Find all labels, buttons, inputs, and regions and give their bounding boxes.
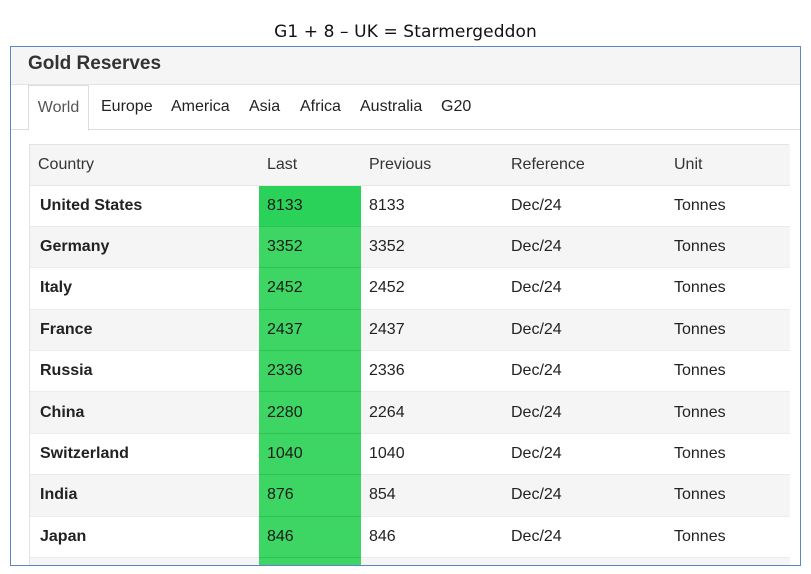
cell-country[interactable]: China bbox=[30, 391, 259, 434]
tab-asia[interactable]: Asia bbox=[249, 85, 280, 130]
cell-previous: 854 bbox=[361, 474, 503, 517]
table-body: United States 8133 8133 Dec/24 Tonnes Germany… bbox=[30, 184, 790, 565]
panel-header: Gold Reserves bbox=[11, 47, 800, 85]
cell-unit: Tonnes bbox=[666, 432, 790, 475]
gold-reserves-panel: Gold Reserves World Europe America Asia … bbox=[10, 46, 801, 566]
reserves-table-container: Country Last Previous Reference Unit Uni… bbox=[29, 144, 790, 565]
empty-cell bbox=[666, 557, 790, 565]
cell-reference: Dec/24 bbox=[503, 391, 666, 434]
cell-reference: Dec/24 bbox=[503, 267, 666, 310]
cell-country[interactable]: France bbox=[30, 308, 259, 351]
cell-last: 2336 bbox=[259, 350, 361, 392]
table-row[interactable]: Germany 3352 3352 Dec/24 Tonnes bbox=[30, 225, 790, 268]
cell-country[interactable]: Germany bbox=[30, 225, 259, 268]
cell-last: 846 bbox=[259, 515, 361, 558]
empty-cell bbox=[503, 557, 666, 565]
tab-australia[interactable]: Australia bbox=[360, 85, 422, 130]
cell-reference: Dec/24 bbox=[503, 474, 666, 517]
tab-america[interactable]: America bbox=[171, 85, 230, 130]
cell-country[interactable]: United States bbox=[30, 184, 259, 227]
cell-last: 2280 bbox=[259, 391, 361, 434]
cell-last: 3352 bbox=[259, 225, 361, 268]
cell-previous: 8133 bbox=[361, 184, 503, 227]
header-country[interactable]: Country bbox=[30, 145, 259, 186]
table-row[interactable]: Switzerland 1040 1040 Dec/24 Tonnes bbox=[30, 432, 790, 475]
cell-previous: 1040 bbox=[361, 432, 503, 475]
cell-country[interactable]: Italy bbox=[30, 267, 259, 310]
cell-unit: Tonnes bbox=[666, 515, 790, 558]
cell-previous: 846 bbox=[361, 515, 503, 558]
table-row[interactable]: United States 8133 8133 Dec/24 Tonnes bbox=[30, 184, 790, 227]
table-row[interactable]: China 2280 2264 Dec/24 Tonnes bbox=[30, 391, 790, 434]
cell-reference: Dec/24 bbox=[503, 515, 666, 558]
cell-country[interactable]: Russia bbox=[30, 350, 259, 392]
cell-last: 1040 bbox=[259, 432, 361, 475]
cell-last: 8133 bbox=[259, 184, 361, 227]
empty-cell bbox=[259, 557, 361, 565]
header-last[interactable]: Last bbox=[259, 145, 361, 186]
cell-country[interactable]: Switzerland bbox=[30, 432, 259, 475]
cell-unit: Tonnes bbox=[666, 474, 790, 517]
header-reference[interactable]: Reference bbox=[503, 145, 666, 186]
table-row[interactable]: France 2437 2437 Dec/24 Tonnes bbox=[30, 308, 790, 351]
cell-unit: Tonnes bbox=[666, 184, 790, 227]
cell-unit: Tonnes bbox=[666, 350, 790, 392]
cell-last: 2452 bbox=[259, 267, 361, 310]
image-caption: G1 + 8 – UK = Starmergeddon bbox=[274, 22, 537, 42]
header-unit[interactable]: Unit bbox=[666, 145, 790, 186]
panel-title: Gold Reserves bbox=[28, 53, 162, 74]
cell-country[interactable]: India bbox=[30, 474, 259, 517]
table-row[interactable]: Russia 2336 2336 Dec/24 Tonnes bbox=[30, 350, 790, 392]
table-row[interactable]: Italy 2452 2452 Dec/24 Tonnes bbox=[30, 267, 790, 310]
header-previous[interactable]: Previous bbox=[361, 145, 503, 186]
cell-reference: Dec/24 bbox=[503, 225, 666, 268]
cell-previous: 2437 bbox=[361, 308, 503, 351]
cell-previous: 2452 bbox=[361, 267, 503, 310]
cell-country[interactable]: Japan bbox=[30, 515, 259, 558]
cell-last: 876 bbox=[259, 474, 361, 517]
cell-last: 2437 bbox=[259, 308, 361, 351]
tab-g20[interactable]: G20 bbox=[441, 85, 471, 130]
cell-reference: Dec/24 bbox=[503, 184, 666, 227]
table-row[interactable]: India 876 854 Dec/24 Tonnes bbox=[30, 474, 790, 517]
table-row-partial bbox=[30, 557, 790, 565]
empty-cell bbox=[361, 557, 503, 565]
cell-reference: Dec/24 bbox=[503, 308, 666, 351]
tab-europe[interactable]: Europe bbox=[101, 85, 153, 130]
cell-reference: Dec/24 bbox=[503, 350, 666, 392]
empty-cell bbox=[30, 557, 259, 565]
table-header-row: Country Last Previous Reference Unit bbox=[30, 145, 790, 186]
tab-africa[interactable]: Africa bbox=[300, 85, 341, 130]
cell-reference: Dec/24 bbox=[503, 432, 666, 475]
cell-previous: 3352 bbox=[361, 225, 503, 268]
tab-world[interactable]: World bbox=[28, 85, 89, 131]
cell-previous: 2264 bbox=[361, 391, 503, 434]
table-row[interactable]: Japan 846 846 Dec/24 Tonnes bbox=[30, 515, 790, 558]
cell-unit: Tonnes bbox=[666, 267, 790, 310]
cell-unit: Tonnes bbox=[666, 391, 790, 434]
cell-unit: Tonnes bbox=[666, 225, 790, 268]
cell-unit: Tonnes bbox=[666, 308, 790, 351]
region-tabs: World Europe America Asia Africa Austral… bbox=[11, 85, 800, 131]
cell-previous: 2336 bbox=[361, 350, 503, 392]
reserves-table: Country Last Previous Reference Unit Uni… bbox=[30, 145, 790, 565]
